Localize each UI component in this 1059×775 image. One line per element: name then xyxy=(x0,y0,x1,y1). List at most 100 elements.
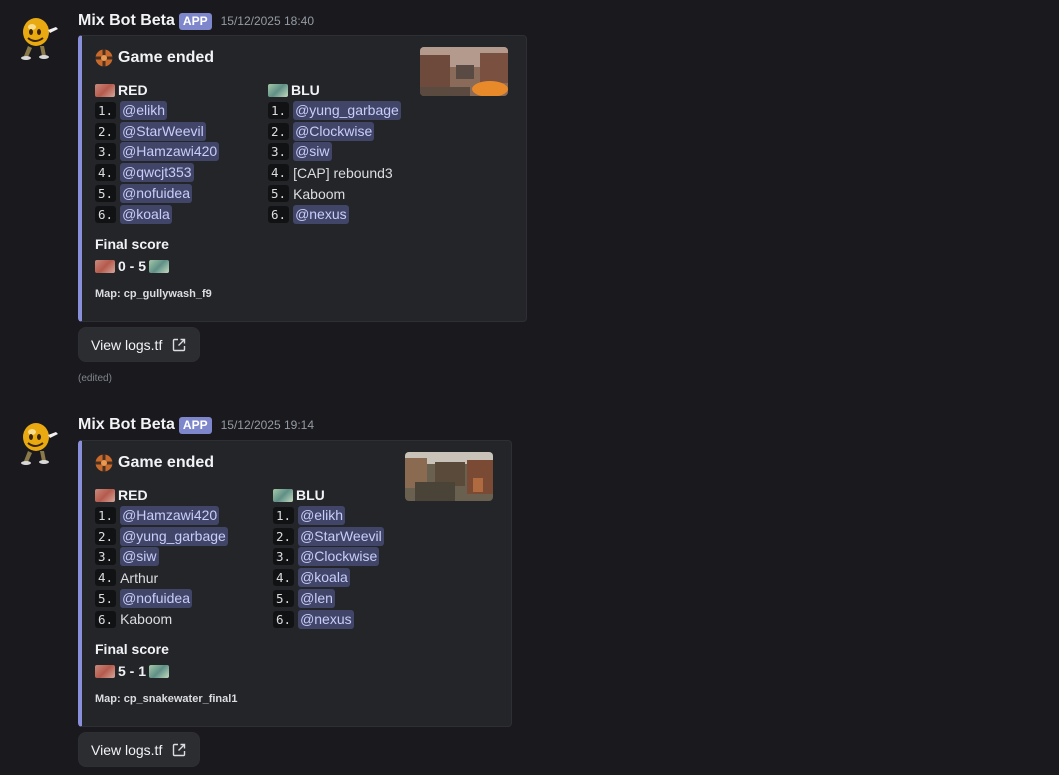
red-team-label: RED xyxy=(118,82,148,98)
player-mention[interactable]: @Clockwise xyxy=(298,547,380,567)
player-row: 4. Arthur xyxy=(95,567,228,588)
message-2: Mix Bot Beta APP 15/12/2025 19:14 Game e… xyxy=(0,405,1059,775)
map-footer: Map: cp_snakewater_final1 xyxy=(95,693,238,705)
player-row: 2. @StarWeevil xyxy=(273,526,384,547)
player-mention[interactable]: @koala xyxy=(120,204,172,224)
score-value: 0 - 5 xyxy=(118,258,147,274)
player-number: 5. xyxy=(95,590,117,608)
player-mention[interactable]: @StarWeevil xyxy=(298,526,384,546)
player-row: 3. @Clockwise xyxy=(273,547,384,568)
player-number: 4. xyxy=(268,164,290,182)
player-mention[interactable]: @koala xyxy=(298,568,350,588)
avatar[interactable] xyxy=(14,415,62,469)
player-name: Kaboom xyxy=(120,611,173,628)
player-name: Arthur xyxy=(120,569,159,586)
player-number: 5. xyxy=(268,185,290,203)
player-row: 4. @koala xyxy=(273,567,384,588)
tf2-logo-icon xyxy=(95,49,113,67)
player-mention[interactable]: @nexus xyxy=(298,609,354,629)
player-number: 4. xyxy=(273,569,295,587)
view-logs-button[interactable]: View logs.tf xyxy=(78,327,201,362)
player-mention[interactable]: @nofuidea xyxy=(120,589,192,609)
tf2-logo-icon xyxy=(95,454,113,472)
player-mention[interactable]: @nofuidea xyxy=(120,184,192,204)
external-link-icon xyxy=(173,743,186,756)
red-team-flag-icon xyxy=(95,488,115,502)
red-team-flag-icon xyxy=(95,664,115,678)
final-score-label: Final score xyxy=(95,641,169,657)
player-mention[interactable]: @qwcjt353 xyxy=(120,163,194,183)
player-mention[interactable]: @Clockwise xyxy=(293,121,375,141)
player-mention[interactable]: @len xyxy=(298,589,335,609)
player-number: 4. xyxy=(95,164,117,182)
timestamp[interactable]: 15/12/2025 18:40 xyxy=(221,14,314,28)
player-row: 6. @nexus xyxy=(268,204,401,225)
player-row: 5. @len xyxy=(273,588,384,609)
blu-team-header: BLU xyxy=(273,485,384,505)
player-number: 3. xyxy=(95,143,117,161)
player-row: 1. @Hamzawi420 xyxy=(95,505,228,526)
player-number: 6. xyxy=(268,205,290,223)
player-mention[interactable]: @Hamzawi420 xyxy=(120,142,220,162)
username[interactable]: Mix Bot Beta xyxy=(78,416,175,434)
player-number: 2. xyxy=(268,122,290,140)
avatar[interactable] xyxy=(14,10,62,64)
player-number: 5. xyxy=(95,185,117,203)
player-row: 6. Kaboom xyxy=(95,609,228,630)
timestamp[interactable]: 15/12/2025 19:14 xyxy=(221,418,314,432)
player-number: 6. xyxy=(273,610,295,628)
message-1: Mix Bot Beta APP 15/12/2025 18:40 Game e… xyxy=(0,0,1059,400)
player-mention[interactable]: @nexus xyxy=(293,204,349,224)
final-score: 5 - 1 xyxy=(95,663,172,679)
blu-team-flag-icon xyxy=(273,488,293,502)
player-mention[interactable]: @siw xyxy=(120,547,159,567)
player-mention[interactable]: @yung_garbage xyxy=(120,526,228,546)
player-name: [CAP] rebound3 xyxy=(293,164,393,181)
player-number: 1. xyxy=(95,506,117,524)
external-link-icon xyxy=(173,338,186,351)
player-mention[interactable]: @elikh xyxy=(298,505,346,525)
username[interactable]: Mix Bot Beta xyxy=(78,12,175,30)
player-number: 3. xyxy=(273,548,295,566)
player-row: 2. @StarWeevil xyxy=(95,121,219,142)
player-row: 2. @Clockwise xyxy=(268,121,401,142)
blu-team-column: BLU 1. @yung_garbage 2. @Clockwise 3. @siw … xyxy=(268,80,401,225)
player-number: 5. xyxy=(273,590,295,608)
player-number: 1. xyxy=(273,506,295,524)
map-thumbnail[interactable] xyxy=(420,47,508,96)
player-number: 3. xyxy=(95,548,117,566)
player-mention[interactable]: @StarWeevil xyxy=(120,121,206,141)
player-row: 3. @siw xyxy=(268,142,401,163)
final-score: 0 - 5 xyxy=(95,258,172,274)
player-row: 2. @yung_garbage xyxy=(95,526,228,547)
map-footer: Map: cp_gullywash_f9 xyxy=(95,288,212,300)
app-badge: APP xyxy=(178,416,212,434)
player-number: 4. xyxy=(95,569,117,587)
blu-team-flag-icon xyxy=(149,259,170,273)
red-team-label: RED xyxy=(118,487,148,503)
player-row: 1. @yung_garbage xyxy=(268,100,401,121)
player-number: 1. xyxy=(95,101,117,119)
score-value: 5 - 1 xyxy=(118,663,147,679)
player-number: 2. xyxy=(273,527,295,545)
player-number: 2. xyxy=(95,527,117,545)
red-team-header: RED xyxy=(95,485,228,505)
final-score-label: Final score xyxy=(95,236,169,252)
red-team-column: RED 1. @Hamzawi420 2. @yung_garbage 3. @siw… xyxy=(95,485,228,630)
player-number: 2. xyxy=(95,122,117,140)
player-row: 4. [CAP] rebound3 xyxy=(268,162,401,183)
map-thumbnail[interactable] xyxy=(405,452,493,501)
blu-team-label: BLU xyxy=(296,487,325,503)
player-row: 6. @koala xyxy=(95,204,219,225)
player-mention[interactable]: @siw xyxy=(293,142,332,162)
player-row: 3. @siw xyxy=(95,547,228,568)
player-row: 4. @qwcjt353 xyxy=(95,162,219,183)
player-mention[interactable]: @elikh xyxy=(120,100,168,120)
red-team-flag-icon xyxy=(95,259,115,273)
game-embed: Game ended RED 1. @Hamzawi420 2. @yung_gar… xyxy=(78,440,512,727)
view-logs-button[interactable]: View logs.tf xyxy=(78,732,201,767)
view-logs-label: View logs.tf xyxy=(91,741,163,758)
player-mention[interactable]: @Hamzawi420 xyxy=(120,505,220,525)
player-number: 3. xyxy=(268,143,290,161)
player-mention[interactable]: @yung_garbage xyxy=(293,100,401,120)
